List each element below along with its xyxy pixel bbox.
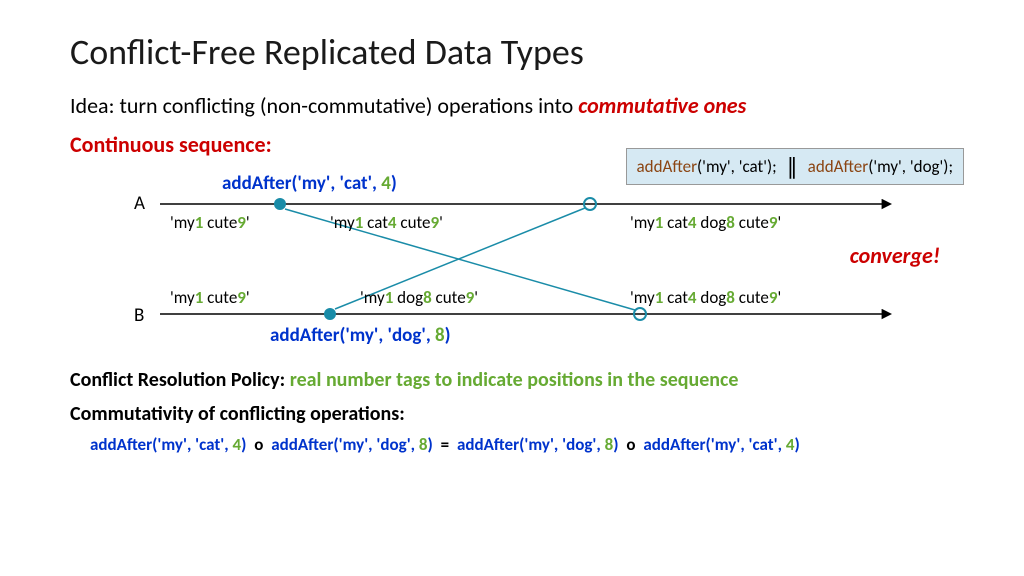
op-a-fn: addAfter( <box>222 172 297 195</box>
state-a0: 'my1 cute9' <box>170 212 250 233</box>
commutativity-heading: Commutativity of conflicting operations: <box>70 402 954 426</box>
op-b-tag: 8 <box>435 324 445 347</box>
state-a2: 'my1 cat4 dog8 cute9' <box>630 212 781 233</box>
op-a-args: 'my', 'cat', <box>297 172 381 195</box>
policy-text: real number tags to indicate positions i… <box>290 368 739 392</box>
idea-line: Idea: turn conflicting (non-commutative)… <box>70 92 954 119</box>
state-b2: 'my1 cat4 dog8 cute9' <box>630 287 781 308</box>
state-a1: 'my1 cat4 cute9' <box>330 212 443 233</box>
commutativity-equation: addAfter('my', 'cat', 4) o addAfter('my'… <box>90 434 954 455</box>
page-title: Conflict-Free Replicated Data Types <box>70 30 954 74</box>
op-b-fn: addAfter( <box>270 324 345 347</box>
op-b-close: ) <box>445 324 451 347</box>
state-b1: 'my1 dog8 cute9' <box>360 287 478 308</box>
timeline-a-label: A <box>134 192 145 215</box>
op-a-close: ) <box>391 172 397 195</box>
idea-prefix: Idea: turn conflicting (non-commutative)… <box>70 92 578 119</box>
state-b0: 'my1 cute9' <box>170 287 250 308</box>
policy-line: Conflict Resolution Policy: real number … <box>70 368 954 392</box>
op-b-label: addAfter('my', 'dog', 8) <box>270 324 451 347</box>
op-b-args: 'my', 'dog', <box>345 324 435 347</box>
op-a-tag: 4 <box>381 172 391 195</box>
op-a-label: addAfter('my', 'cat', 4) <box>222 172 397 195</box>
converge-label: converge! <box>850 242 940 269</box>
timeline-b-label: B <box>134 304 144 327</box>
sequence-diagram: A B addAfter('my', 'cat', 4) addAfter('m… <box>130 164 910 354</box>
idea-em: commutative ones <box>578 92 746 119</box>
policy-label: Conflict Resolution Policy: <box>70 368 290 392</box>
